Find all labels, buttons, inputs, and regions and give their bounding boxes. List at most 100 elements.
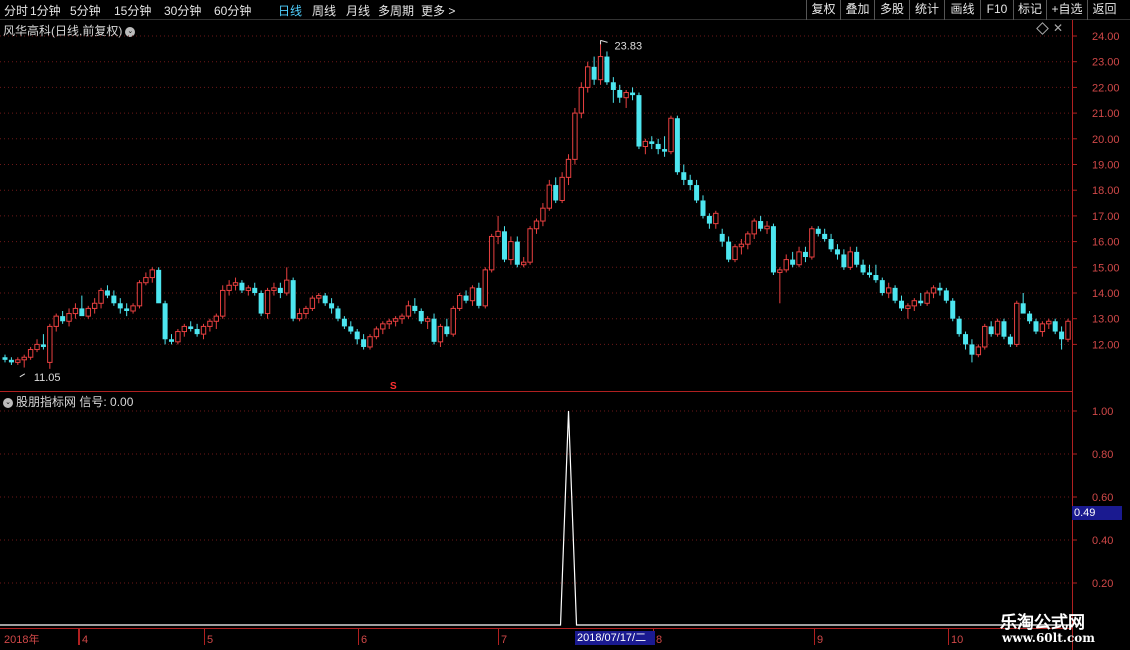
cursor-value-label: 0.49 bbox=[1072, 506, 1122, 520]
candle-body bbox=[520, 261, 527, 266]
candle-body bbox=[258, 293, 264, 314]
candle-body bbox=[1020, 303, 1026, 314]
candle-body bbox=[444, 326, 450, 335]
candle-body bbox=[533, 220, 540, 230]
month-label: 9 bbox=[817, 634, 823, 646]
candle-body bbox=[918, 300, 924, 304]
candle-body bbox=[175, 331, 181, 343]
candle-body bbox=[988, 326, 994, 335]
price-tick-label: 19.00 bbox=[1092, 160, 1120, 172]
candle-body bbox=[354, 331, 360, 340]
candle-body bbox=[271, 287, 277, 291]
candle-body bbox=[239, 282, 245, 291]
candle-body bbox=[508, 241, 514, 261]
candle-body bbox=[873, 275, 879, 281]
watermark-name: 乐淘公式网 bbox=[1000, 613, 1085, 633]
candle-body bbox=[296, 313, 303, 320]
candle-body bbox=[27, 349, 34, 358]
candle-body bbox=[924, 292, 930, 304]
candle-body bbox=[899, 300, 905, 309]
candle-body bbox=[405, 305, 412, 317]
candle-body bbox=[1027, 313, 1033, 322]
candle-body bbox=[1046, 320, 1052, 325]
candle-body bbox=[758, 221, 764, 229]
candle-body bbox=[1033, 321, 1039, 332]
candle-body bbox=[764, 225, 770, 230]
candle-body bbox=[341, 318, 347, 327]
grid-lines bbox=[0, 20, 1073, 650]
candle-body bbox=[963, 334, 969, 345]
candle-body bbox=[34, 343, 40, 351]
candle-body bbox=[866, 272, 872, 276]
candle-body bbox=[1014, 302, 1020, 345]
candle-body bbox=[597, 56, 604, 81]
candle-body bbox=[572, 112, 578, 160]
kline-chart: 24.00 23.00 22.00 21.00 20.00 19.00 18.00 17.00… bbox=[0, 20, 1120, 650]
year-label: 2018年 bbox=[4, 632, 39, 646]
candle-body bbox=[706, 215, 712, 224]
candle-body bbox=[194, 328, 200, 335]
candle-body bbox=[322, 295, 328, 304]
candle-body bbox=[60, 316, 66, 322]
candle-body bbox=[751, 220, 757, 235]
candle-body bbox=[316, 295, 322, 299]
candle-body bbox=[630, 92, 636, 96]
candle-body bbox=[950, 300, 956, 319]
price-tick-label: 12.00 bbox=[1092, 339, 1120, 351]
candle-body bbox=[726, 241, 732, 260]
candle-body bbox=[738, 243, 745, 248]
candle-body bbox=[469, 287, 476, 302]
candle-body bbox=[361, 339, 367, 347]
month-label: 5 bbox=[207, 634, 213, 646]
candle-body bbox=[540, 207, 546, 222]
candle-body bbox=[885, 287, 892, 294]
candle-body bbox=[79, 308, 85, 317]
candle-body bbox=[450, 307, 456, 335]
candle-body bbox=[969, 344, 975, 355]
candle-body bbox=[284, 279, 290, 294]
candle-body bbox=[956, 318, 962, 335]
indicator-tick-label: 0.80 bbox=[1092, 449, 1113, 461]
candle-body bbox=[15, 359, 21, 363]
indicator-tick-label: 0.60 bbox=[1092, 492, 1113, 504]
candle-body bbox=[104, 290, 110, 296]
candle-body bbox=[930, 287, 937, 294]
candle-body bbox=[392, 318, 399, 322]
candle-body bbox=[1007, 336, 1013, 345]
candle-body bbox=[8, 359, 14, 363]
candle-body bbox=[565, 158, 572, 178]
candle-body bbox=[111, 295, 117, 304]
candle-body bbox=[591, 66, 597, 80]
price-tick-label: 21.00 bbox=[1092, 108, 1120, 120]
candle-body bbox=[610, 82, 616, 90]
price-tick-label: 18.00 bbox=[1092, 185, 1120, 197]
indicator-tick-label: 1.00 bbox=[1092, 406, 1113, 418]
price-tick-label: 16.00 bbox=[1092, 237, 1120, 249]
indicator-tick-label: 0.20 bbox=[1092, 578, 1113, 590]
candle-body bbox=[488, 235, 495, 271]
candle-body bbox=[367, 336, 373, 348]
candle-body bbox=[117, 303, 123, 309]
candle-body bbox=[232, 282, 239, 286]
indicator-menu-icon[interactable]: ⌄ bbox=[3, 397, 13, 408]
candle-body bbox=[905, 305, 911, 309]
candle-body bbox=[879, 280, 885, 293]
candle-body bbox=[98, 289, 104, 304]
candle-body bbox=[700, 200, 706, 216]
price-tick-label: 13.00 bbox=[1092, 314, 1120, 326]
price-tick-label: 15.00 bbox=[1092, 262, 1120, 274]
candle-body bbox=[834, 249, 840, 255]
candle-body bbox=[476, 287, 482, 306]
signal-mark: S bbox=[390, 381, 397, 392]
candle-body bbox=[1052, 321, 1058, 332]
candle-body bbox=[149, 269, 155, 279]
candle-body bbox=[85, 307, 91, 317]
candle-body bbox=[277, 287, 283, 293]
candle-body bbox=[854, 251, 860, 265]
candle-body bbox=[514, 241, 520, 265]
candle-body bbox=[380, 323, 386, 330]
candle-body bbox=[40, 344, 46, 347]
candle-body bbox=[156, 269, 162, 304]
candle-body bbox=[495, 230, 501, 237]
candle-body bbox=[975, 346, 982, 356]
